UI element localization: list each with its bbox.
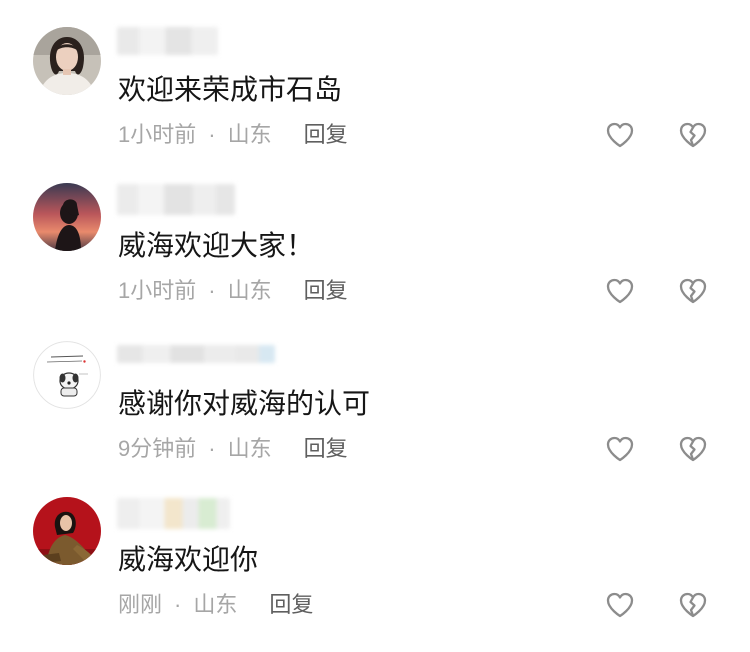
avatar-image [33, 27, 101, 95]
user-avatar[interactable] [33, 183, 101, 251]
avatar-image [33, 341, 101, 409]
separator-dot: · [174, 592, 182, 617]
comment-meta: 刚刚 · 山东 回复 [118, 590, 313, 620]
dislike-button[interactable] [678, 435, 708, 463]
avatar-image [33, 497, 101, 565]
dislike-button[interactable] [678, 121, 708, 149]
comment-location: 山东 [193, 592, 238, 617]
reply-button[interactable]: 回复 [304, 434, 348, 464]
comment-time: 9分钟前 [118, 436, 197, 461]
heart-icon [606, 592, 634, 618]
comment-time: 1小时前 [118, 122, 197, 147]
reply-button[interactable]: 回复 [304, 120, 348, 150]
comment-time: 刚刚 [118, 592, 163, 617]
username-blurred[interactable] [117, 184, 235, 215]
dislike-button[interactable] [678, 591, 708, 619]
username-blurred[interactable] [117, 498, 230, 529]
reply-button[interactable]: 回复 [304, 276, 348, 306]
comment-text: 欢迎来荣成市石岛 [118, 74, 343, 105]
comment-text: 感谢你对威海的认可 [118, 388, 371, 419]
broken-heart-icon [679, 436, 707, 462]
heart-icon [606, 122, 634, 148]
broken-heart-icon [679, 278, 707, 304]
comment-meta: 9分钟前 · 山东 回复 [118, 434, 348, 464]
comment-location: 山东 [227, 436, 272, 461]
username-blurred[interactable] [117, 345, 275, 363]
user-avatar[interactable] [33, 341, 101, 409]
comment-meta: 1小时前 · 山东 回复 [118, 120, 348, 150]
dislike-button[interactable] [678, 277, 708, 305]
user-avatar[interactable] [33, 497, 101, 565]
like-button[interactable] [605, 591, 635, 619]
like-button[interactable] [605, 277, 635, 305]
comment-text: 威海欢迎你 [118, 544, 259, 575]
comment-meta: 1小时前 · 山东 回复 [118, 276, 348, 306]
separator-dot: · [208, 436, 216, 461]
comment-time: 1小时前 [118, 278, 197, 303]
comment-item: 感谢你对威海的认可 9分钟前 · 山东 回复 [0, 341, 750, 471]
broken-heart-icon [679, 122, 707, 148]
like-button[interactable] [605, 121, 635, 149]
comment-item: 威海欢迎你 刚刚 · 山东 回复 [0, 497, 750, 627]
heart-icon [606, 436, 634, 462]
comment-location: 山东 [227, 122, 272, 147]
comment-item: 欢迎来荣成市石岛 1小时前 · 山东 回复 [0, 27, 750, 157]
comment-item: 威海欢迎大家！ 1小时前 · 山东 回复 [0, 183, 750, 313]
separator-dot: · [208, 122, 216, 147]
reply-button[interactable]: 回复 [269, 590, 313, 620]
separator-dot: · [208, 278, 216, 303]
comment-location: 山东 [227, 278, 272, 303]
avatar-image [33, 183, 101, 251]
broken-heart-icon [679, 592, 707, 618]
username-blurred[interactable] [117, 27, 218, 55]
heart-icon [606, 278, 634, 304]
like-button[interactable] [605, 435, 635, 463]
comment-text: 威海欢迎大家！ [118, 230, 315, 261]
user-avatar[interactable] [33, 27, 101, 95]
